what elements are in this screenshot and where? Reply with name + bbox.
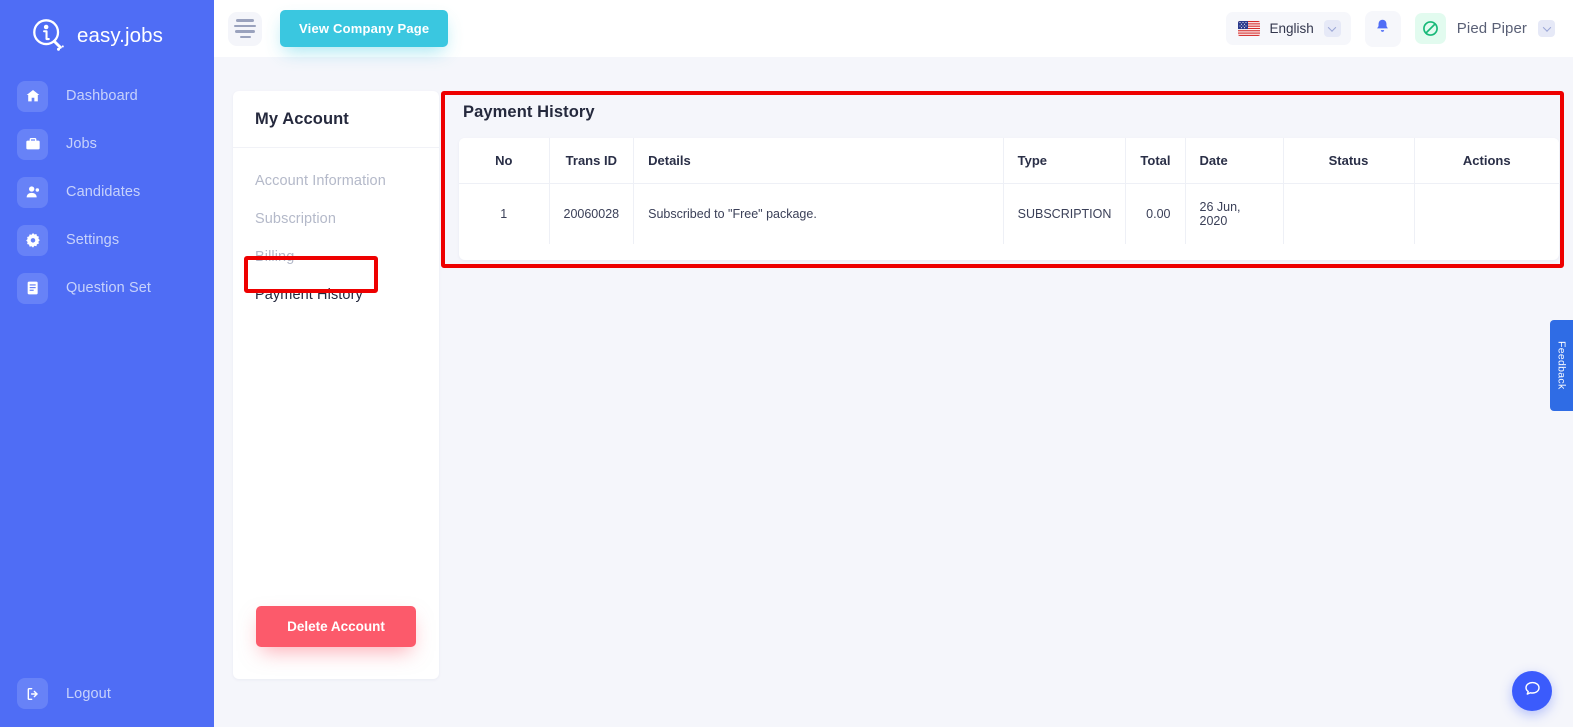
cell-status (1283, 183, 1415, 244)
pied-piper-logo-icon (1414, 13, 1446, 44)
main-area: View Company Page English Pied Piper My … (214, 0, 1573, 727)
column-header-details: Details (633, 138, 1004, 184)
left-sidebar: easy.jobs Dashboard Jobs Candidates Sett… (0, 0, 214, 727)
sidebar-item-candidates[interactable]: Candidates (0, 168, 214, 216)
delete-account-button[interactable]: Delete Account (256, 606, 416, 647)
cell-details: Subscribed to "Free" package. (633, 183, 1004, 244)
cell-total: 0.00 (1125, 183, 1186, 244)
sidebar-item-dashboard[interactable]: Dashboard (0, 72, 214, 120)
chat-support-button[interactable] (1512, 671, 1552, 711)
user-name: Pied Piper (1456, 20, 1527, 37)
feedback-tab[interactable]: Feedback (1550, 320, 1573, 411)
us-flag-icon (1237, 21, 1260, 36)
column-header-status: Status (1283, 138, 1415, 184)
user-icon (17, 176, 48, 208)
user-menu[interactable]: Pied Piper (1414, 13, 1557, 44)
language-label: English (1269, 21, 1314, 36)
cell-date: 26 Jun, 2020 (1185, 183, 1284, 244)
view-company-page-button[interactable]: View Company Page (280, 10, 449, 47)
hamburger-icon[interactable] (228, 11, 262, 46)
logout-icon (17, 678, 48, 709)
sidebar-item-settings[interactable]: Settings (0, 216, 214, 264)
my-account-card: My Account Account Information Subscript… (233, 91, 439, 679)
hamburger-line (239, 35, 251, 38)
hamburger-line (235, 30, 255, 33)
home-icon (17, 80, 48, 112)
account-link-subscription[interactable]: Subscription (233, 200, 439, 238)
chevron-down-icon[interactable] (1323, 20, 1341, 37)
table-head: No Trans ID Details Type Total Date Stat… (459, 138, 1559, 184)
sidebar-item-label: Dashboard (66, 88, 138, 104)
table-body: 1 20060028 Subscribed to "Free" package.… (459, 183, 1559, 244)
sidebar-item-label: Candidates (66, 184, 141, 200)
sidebar-item-jobs[interactable]: Jobs (0, 120, 214, 168)
payment-history-table: No Trans ID Details Type Total Date Stat… (459, 138, 1559, 244)
cell-no: 1 (459, 183, 550, 244)
my-account-title: My Account (233, 91, 439, 148)
content-area: My Account Account Information Subscript… (214, 57, 1573, 679)
column-header-total: Total (1125, 138, 1186, 184)
clipboard-icon (17, 272, 48, 304)
payment-history-title: Payment History (463, 103, 595, 121)
logout-button[interactable]: Logout (17, 678, 111, 709)
sidebar-nav: Dashboard Jobs Candidates Settings Quest… (0, 72, 214, 312)
notifications-button[interactable] (1364, 10, 1401, 47)
column-header-trans-id: Trans ID (549, 138, 635, 184)
brand-name: easy.jobs (77, 24, 163, 47)
cell-actions (1414, 183, 1559, 244)
column-header-date: Date (1185, 138, 1284, 184)
account-link-account-information[interactable]: Account Information (233, 162, 439, 200)
table-row: 1 20060028 Subscribed to "Free" package.… (459, 183, 1559, 244)
column-header-type: Type (1003, 138, 1127, 184)
chat-bubble-icon (1523, 679, 1542, 703)
chevron-down-icon[interactable] (1538, 20, 1555, 37)
easyjobs-logo-icon (30, 17, 68, 55)
bell-icon (1374, 18, 1391, 40)
top-bar: View Company Page English Pied Piper (214, 0, 1573, 57)
sidebar-item-question-set[interactable]: Question Set (0, 264, 214, 312)
my-account-links: Account Information Subscription Billing… (233, 148, 439, 314)
account-link-billing[interactable]: Billing (233, 238, 439, 276)
column-header-no: No (459, 138, 550, 184)
delete-account-wrap: Delete Account (233, 606, 439, 647)
cell-type: SUBSCRIPTION (1003, 183, 1127, 244)
payment-history-panel: Payment History No Trans ID Details Type… (459, 91, 1559, 679)
hamburger-line (236, 19, 254, 22)
logout-label: Logout (66, 685, 111, 702)
account-link-payment-history[interactable]: Payment History (233, 276, 439, 314)
sidebar-item-label: Question Set (66, 280, 152, 296)
cell-trans-id: 20060028 (549, 183, 635, 244)
hamburger-line (234, 24, 256, 27)
sidebar-item-label: Settings (66, 232, 120, 248)
topbar-right-group: English Pied Piper (1225, 10, 1558, 47)
brand-logo[interactable]: easy.jobs (0, 0, 214, 58)
app-root: easy.jobs Dashboard Jobs Candidates Sett… (0, 0, 1573, 727)
briefcase-icon (17, 128, 48, 160)
sidebar-item-label: Jobs (66, 136, 98, 152)
table-header-row: No Trans ID Details Type Total Date Stat… (459, 138, 1559, 184)
language-selector[interactable]: English (1225, 12, 1351, 45)
gear-icon (17, 224, 48, 256)
payment-history-table-shell: No Trans ID Details Type Total Date Stat… (459, 138, 1559, 260)
column-header-actions: Actions (1414, 138, 1559, 184)
